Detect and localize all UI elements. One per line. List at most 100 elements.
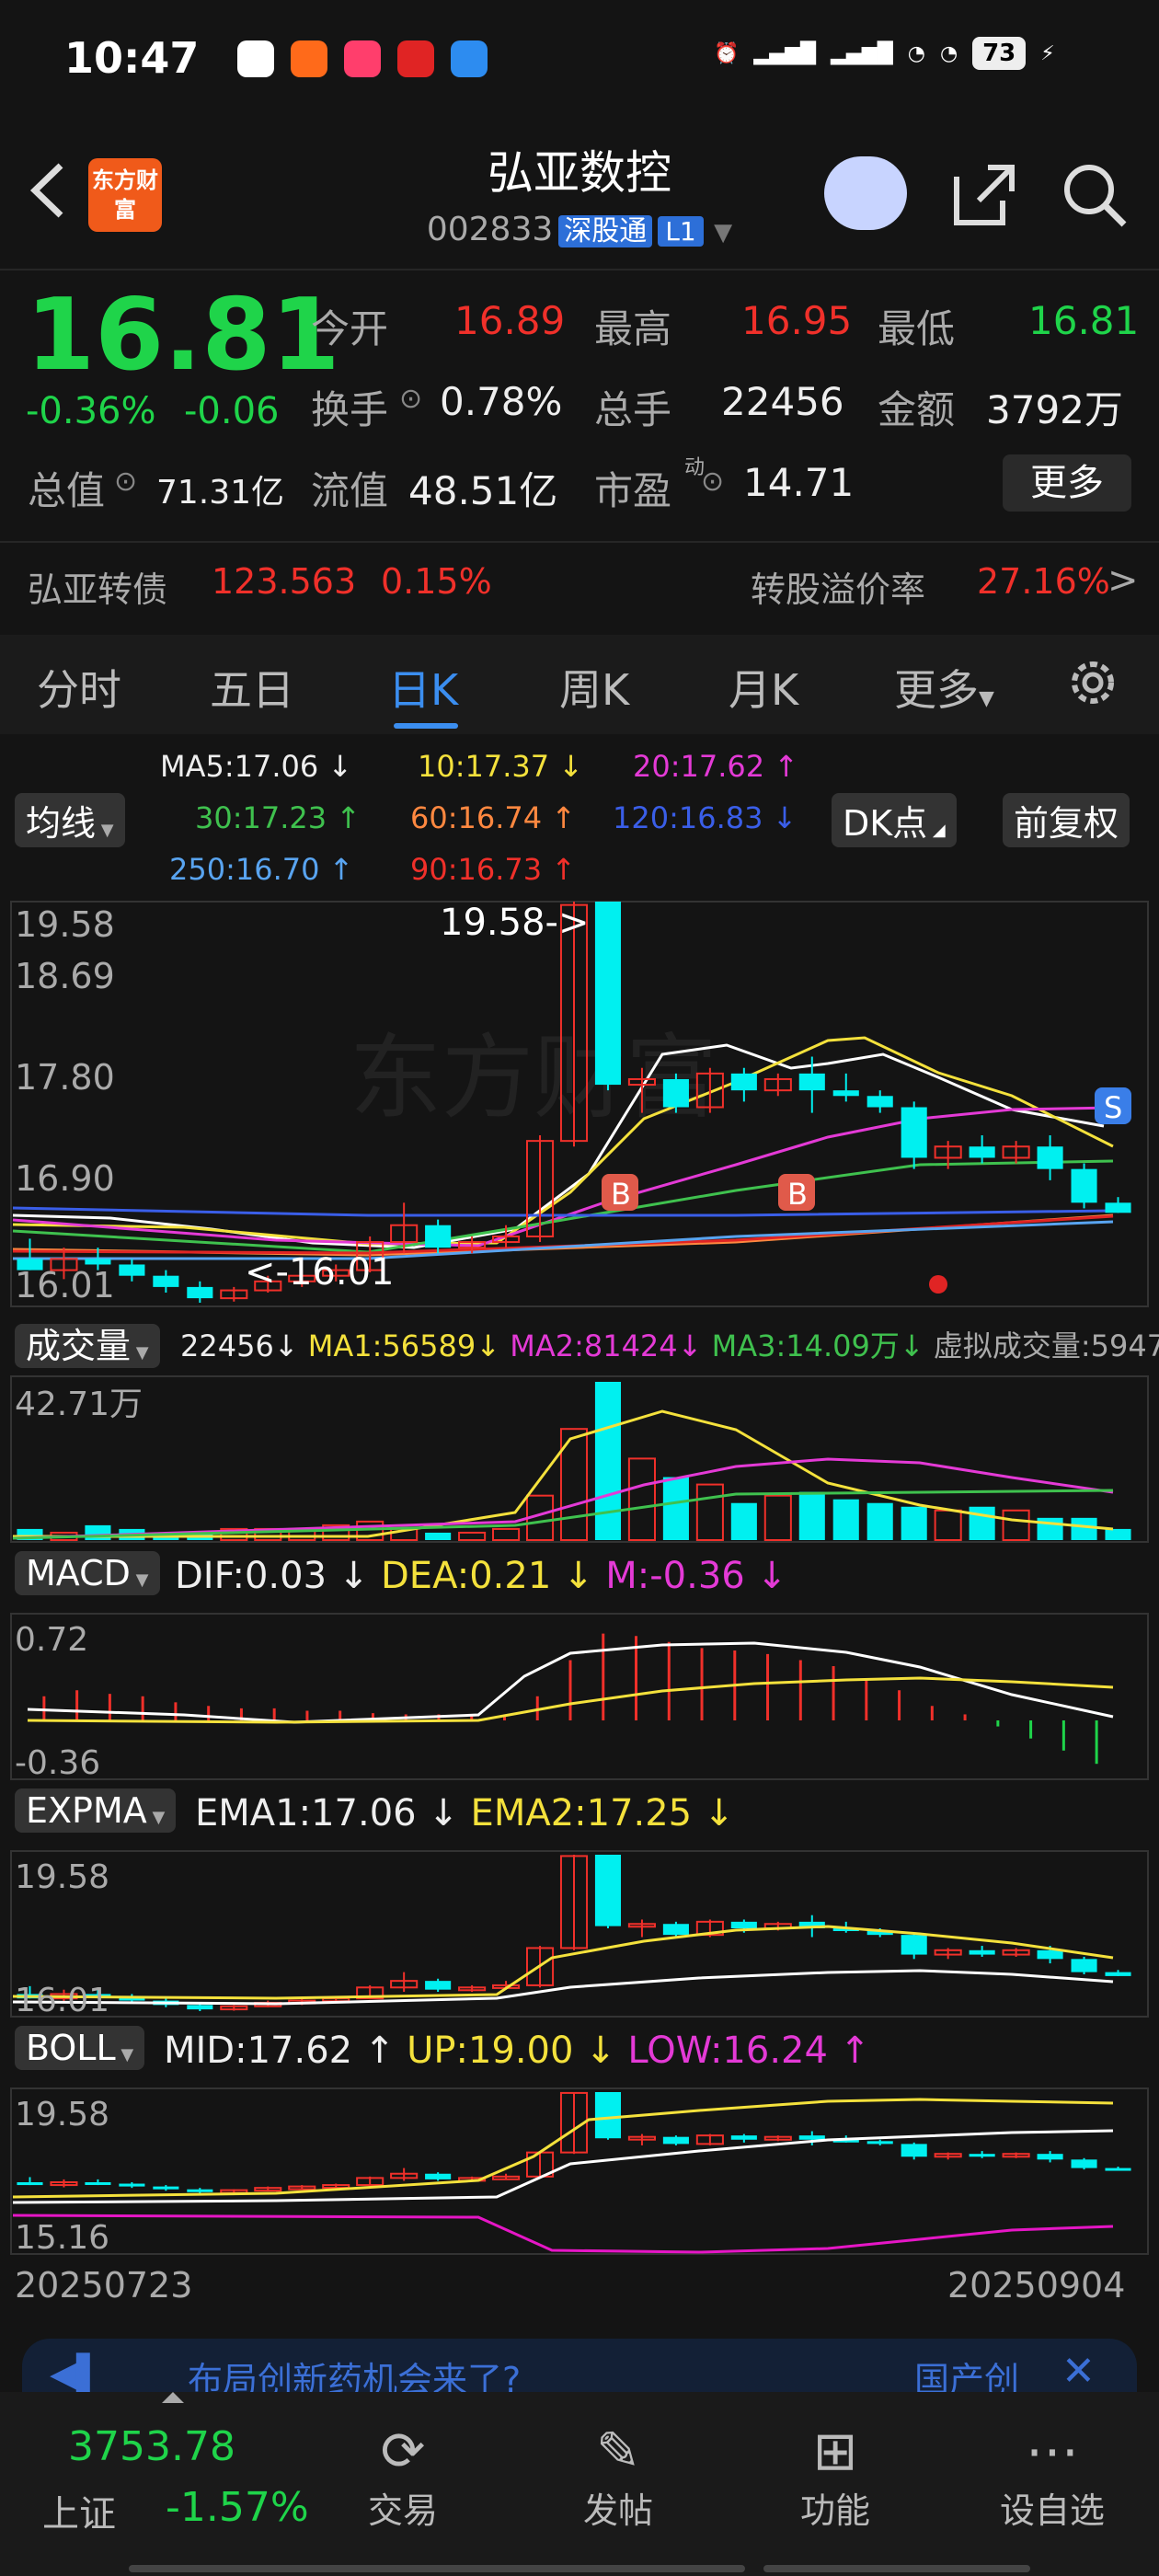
ma-type-dropdown[interactable]: 均线 ▼ <box>15 793 125 847</box>
dropdown-icon: ▼ <box>979 687 994 710</box>
candles <box>17 902 1131 1303</box>
expma-ema1: EMA1:17.06 <box>195 1792 417 1834</box>
status-bar: 10:47 ⏰ ▂▄▆█ ▂▄▆█ ◔ ◔ 73 ⚡ <box>0 0 1159 129</box>
level-tag: L1 <box>658 216 704 247</box>
ma5-legend: MA5:17.06 ↓ <box>160 749 353 784</box>
boll-title: BOLL <box>26 2028 116 2068</box>
macd-chart[interactable]: 0.72 -0.36 <box>0 1612 1159 1781</box>
volume-ma2: MA2:81424 <box>510 1328 678 1363</box>
candle <box>662 1078 689 1108</box>
index-value[interactable]: 3753.78 <box>68 2423 235 2470</box>
current-price: 16.81 <box>26 278 340 393</box>
candle <box>1105 1202 1131 1213</box>
boll-top-label: 19.58 <box>15 2096 109 2133</box>
tab-more-label: 更多 <box>894 665 979 715</box>
adjust-button[interactable]: 前复权 <box>1003 793 1130 847</box>
system-icons: ⏰ ▂▄▆█ ▂▄▆█ ◔ ◔ 73 ⚡ <box>714 37 1055 70</box>
candle <box>119 1264 145 1276</box>
candle <box>594 902 622 1086</box>
tab-5day[interactable]: 五日 <box>210 657 294 718</box>
volume-bar <box>627 1457 656 1541</box>
macd-top-label: 0.72 <box>15 1621 88 1659</box>
nav-post[interactable]: ✎ 发帖 <box>554 2420 683 2533</box>
boll-candle <box>798 2135 825 2140</box>
buy-marker[interactable]: B <box>778 1174 815 1212</box>
macd-title: MACD <box>26 1553 131 1593</box>
mktcap-value: 71.31亿 <box>156 474 285 512</box>
macd-dropdown[interactable]: MACD ▼ <box>15 1551 160 1595</box>
kline-chart[interactable]: 东方财富 19.58 18.69 17.80 16.90 16.01 19.58… <box>0 898 1159 1312</box>
tab-daily[interactable]: 日K <box>388 657 458 718</box>
volume-dropdown[interactable]: 成交量 ▼ <box>15 1324 160 1368</box>
volume-bar <box>901 1506 927 1540</box>
tab-intraday[interactable]: 分时 <box>37 657 121 718</box>
low-label: 最低 <box>878 306 956 351</box>
active-tab-indicator <box>394 723 458 729</box>
candle <box>901 1107 927 1158</box>
nav-watchlist[interactable]: ⋯ 设自选 <box>988 2420 1117 2533</box>
y-label: 18.69 <box>15 956 115 996</box>
low-marker: <-16.01 <box>245 1251 394 1294</box>
settings-gear-icon[interactable] <box>1065 655 1120 710</box>
volume-bar <box>934 1509 962 1541</box>
boll-panel-header: BOLL ▼ <box>15 2026 145 2070</box>
info-icon[interactable]: ⊙ <box>701 466 724 498</box>
nav-functions[interactable]: ⊞ 功能 <box>771 2420 900 2533</box>
tab-monthly[interactable]: 月K <box>729 657 798 718</box>
expma-candle <box>1071 1959 1097 1972</box>
float-value: 48.51亿 <box>408 468 558 513</box>
volume-bar <box>662 1477 689 1540</box>
expma-candle <box>969 1949 995 1955</box>
open-value: 16.89 <box>454 298 566 343</box>
expma-legend: EMA1:17.06 ↓ EMA2:17.25 ↓ <box>195 1792 735 1834</box>
boll-candle <box>730 2135 757 2140</box>
boll-chart[interactable]: 19.58 15.16 <box>0 2087 1159 2256</box>
ma10-value: 10:17.37 <box>418 749 550 784</box>
charging-icon: ⚡ <box>1040 41 1055 65</box>
amount-label: 金额 <box>878 387 956 432</box>
volume-chart[interactable]: 42.71万 <box>0 1374 1159 1544</box>
tab-weekly[interactable]: 周K <box>559 657 629 718</box>
candle <box>832 1090 859 1097</box>
boll-candle <box>85 2181 111 2185</box>
pe-value: 14.71 <box>743 460 855 505</box>
boll-candle <box>17 2181 43 2186</box>
clock: 10:47 <box>64 33 200 83</box>
sell-marker[interactable]: S <box>1095 1087 1131 1125</box>
dk-point-button[interactable]: DK点 ◢ <box>832 793 957 847</box>
volume-max-label: 42.71万 <box>15 1386 143 1423</box>
dropdown-icon: ◢ <box>927 821 946 840</box>
period-tabs: 分时 五日 日K 周K 月K 更多▼ <box>0 635 1159 734</box>
convertible-bond-row[interactable]: 弘亚转债 123.563 0.15% 转股溢价率 27.16% > <box>0 548 1159 622</box>
info-icon[interactable]: ⊙ <box>114 466 137 498</box>
chevron-right-icon: > <box>1107 559 1139 602</box>
buy-marker[interactable]: B <box>602 1174 638 1212</box>
search-icon[interactable] <box>1058 158 1131 232</box>
divider <box>0 269 1159 270</box>
nav-functions-label: 功能 <box>799 2490 870 2531</box>
close-icon[interactable]: ✕ <box>1061 2348 1096 2395</box>
boll-dropdown[interactable]: BOLL ▼ <box>15 2026 145 2070</box>
boll-candles <box>17 2091 1131 2194</box>
ma20-value: 20:17.62 <box>633 749 765 784</box>
info-icon[interactable]: ⊙ <box>399 383 422 415</box>
boll-candle <box>187 2189 213 2192</box>
volume-virtual: 虚拟成交量:59478 <box>933 1328 1159 1363</box>
expma-title: EXPMA <box>26 1790 147 1831</box>
nav-trade[interactable]: ⟳ 交易 <box>339 2420 467 2533</box>
more-dots-icon: ⋯ <box>1026 2420 1079 2482</box>
float-label: 流值 <box>311 468 389 513</box>
more-button[interactable]: 更多 <box>1003 454 1131 512</box>
macd-dif: DIF:0.03 <box>175 1555 327 1597</box>
share-icon[interactable] <box>947 158 1021 232</box>
volume-legend: 22456↓ MA1:56589↓ MA2:81424↓ MA3:14.09万↓… <box>180 1323 1159 1365</box>
tab-more[interactable]: 更多▼ <box>894 657 994 718</box>
expma-chart[interactable]: 19.58 16.01 <box>0 1849 1159 2018</box>
boll-candle <box>901 2144 927 2157</box>
macd-m: M:-0.36 <box>605 1555 745 1597</box>
ma30-value: 30:17.23 <box>195 800 327 835</box>
robot-avatar-icon[interactable] <box>824 156 907 230</box>
buy-marker-label: B <box>787 1177 808 1212</box>
ma20-legend: 20:17.62 ↑ <box>633 749 799 784</box>
expma-dropdown[interactable]: EXPMA ▼ <box>15 1788 177 1833</box>
